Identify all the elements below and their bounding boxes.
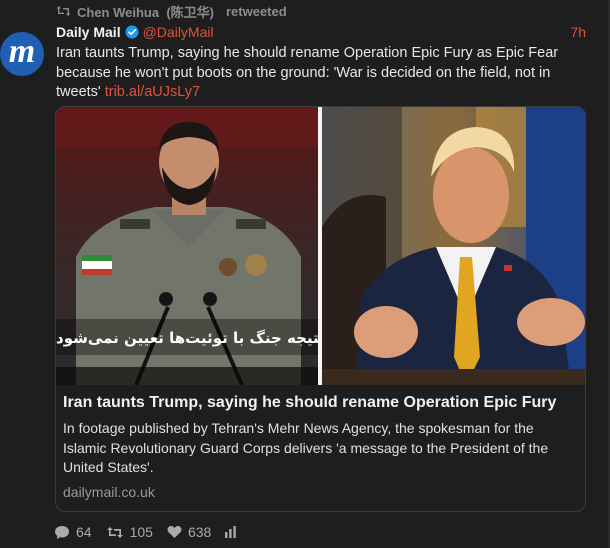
video-caption: نتیجه جنگ با توئیت‌ها تعیین نمی‌شود! <box>56 329 325 347</box>
tweet-actions: 64 105 638 <box>54 523 251 541</box>
retweet-icon <box>106 526 123 538</box>
avatar[interactable]: m <box>0 32 44 76</box>
heart-icon <box>167 526 182 538</box>
reply-button[interactable]: 64 <box>54 524 92 540</box>
analytics-button[interactable] <box>225 526 237 538</box>
card-title[interactable]: Iran taunts Trump, saying he should rena… <box>63 393 575 413</box>
bar-chart-icon <box>225 526 237 538</box>
tweet-text: Iran taunts Trump, saying he should rena… <box>56 44 576 103</box>
verified-badge-icon <box>125 25 139 39</box>
handle[interactable]: @DailyMail <box>143 24 214 40</box>
reply-icon <box>55 525 69 539</box>
card-image[interactable]: نتیجه جنگ با توئیت‌ها تعیین نمی‌شود! <box>56 107 585 385</box>
card-domain: dailymail.co.uk <box>63 483 155 500</box>
card-text: Iran taunts Trump, saying he should rena… <box>63 393 575 500</box>
reply-count: 64 <box>76 524 92 540</box>
iranian-military-spokesman-photo: نتیجه جنگ با توئیت‌ها تعیین نمی‌شود! <box>56 107 325 385</box>
retweet-icon <box>56 6 71 16</box>
retweeter-name[interactable]: Chen Weihua (陈卫华) <box>77 2 214 21</box>
retweet-count: 105 <box>129 524 153 540</box>
link-card[interactable]: نتیجه جنگ با توئیت‌ها تعیین نمی‌شود! <box>55 106 586 512</box>
display-name[interactable]: Daily Mail <box>56 24 121 40</box>
card-description: In footage published by Tehran's Mehr Ne… <box>63 420 549 475</box>
retweet-header: Chen Weihua (陈卫华) retweeted <box>56 2 287 20</box>
daily-mail-logo: m <box>8 33 36 70</box>
timestamp[interactable]: 7h <box>570 24 586 40</box>
retweeted-label: retweeted <box>225 3 287 19</box>
donald-trump-photo <box>322 107 585 385</box>
like-count: 638 <box>187 524 212 540</box>
like-button[interactable]: 638 <box>167 524 211 540</box>
tweet-link[interactable]: trib.al/aUJsLy7 <box>105 84 200 100</box>
tweet-header: Daily Mail @DailyMail 7h <box>56 23 586 41</box>
retweet-button[interactable]: 105 <box>106 524 153 540</box>
